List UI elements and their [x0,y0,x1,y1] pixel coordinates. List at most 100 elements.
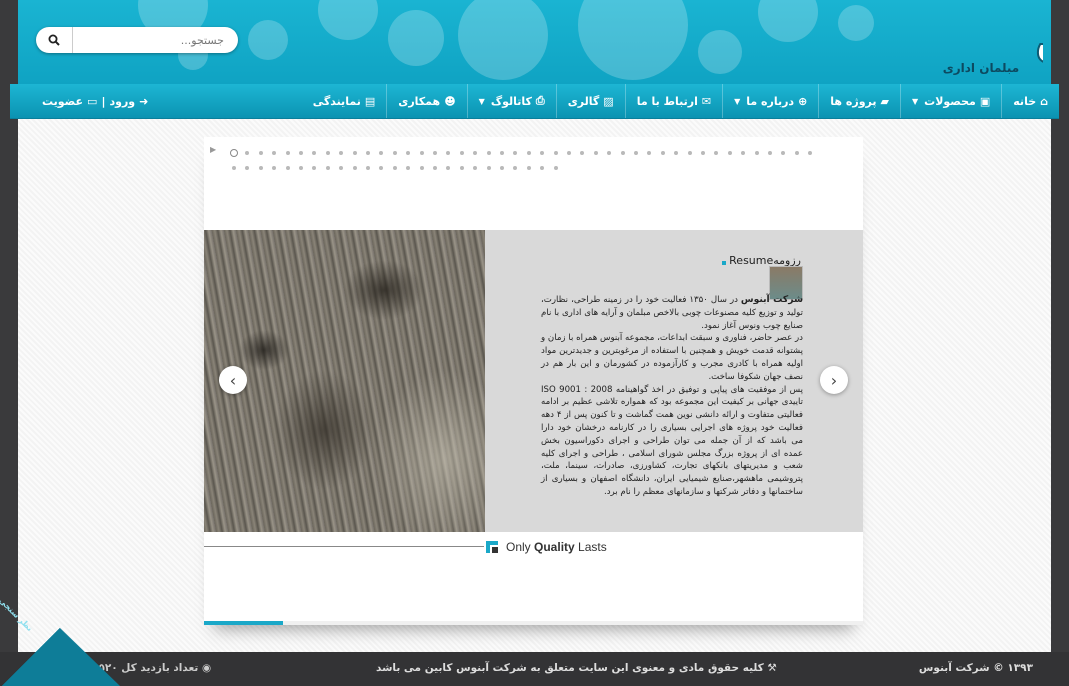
slider-dot[interactable] [392,151,397,155]
slider-dot[interactable] [486,166,491,170]
slider-dot[interactable] [526,151,531,155]
slider-pagination: ▶ [210,145,840,185]
slider-dot[interactable] [553,166,558,170]
slider-dot[interactable] [620,151,625,155]
users-icon: ☻ [444,94,456,108]
slider-dot[interactable] [258,166,263,170]
folder-open-icon: ▰ [880,94,889,108]
slider-dot[interactable] [687,151,692,155]
nav-item-agency[interactable]: ▤ نمایندگی [302,84,387,118]
nav-item-projects[interactable]: ▰ پروژه ها [818,84,900,118]
nav-account: ➜ ورود | ▭ عضویت [42,84,148,118]
slider-dot[interactable] [768,151,772,155]
slider-dot[interactable] [285,151,290,155]
slider-dot[interactable] [232,166,236,170]
slider-dot[interactable] [593,151,598,155]
slider-dot[interactable] [339,166,344,170]
slider-dot[interactable] [379,166,384,170]
slider-dot[interactable] [325,151,330,155]
slider-dot[interactable] [754,151,759,155]
slider-dot[interactable] [339,151,344,155]
slider-dot[interactable] [245,166,250,170]
search-button[interactable] [36,27,73,53]
slider-dot[interactable] [258,151,263,155]
slider-dot[interactable] [513,166,518,170]
slider-dot[interactable] [580,151,585,155]
slider-dot[interactable] [459,166,464,170]
slider-dot[interactable] [808,151,813,155]
slider-dot[interactable] [794,151,799,155]
slider-dot[interactable] [406,151,411,155]
nav-item-about[interactable]: ⊕ درباره ما ▼ [722,84,818,118]
nav-item-label: گالری [567,94,600,108]
slider-dot[interactable] [245,151,250,155]
slider-dot[interactable] [741,151,746,155]
slider-dot[interactable] [433,151,437,155]
slider-dot[interactable] [366,151,370,155]
nav-item-catalog[interactable]: ⎙ کاتالوگ ▼ [466,84,556,118]
site-footer: ۱۳۹۳ © شرکت آبنوس ⚒ کلیه حقوق مادی و معن… [0,652,1069,686]
slider-dot[interactable] [299,166,303,170]
nav-item-contact[interactable]: ✉ ارتباط با ما [624,84,722,118]
slider-dot[interactable] [272,166,277,170]
slider-dot[interactable] [781,151,786,155]
slider-dot[interactable] [352,166,357,170]
slider-dot-active[interactable] [230,149,238,157]
slider-dot[interactable] [446,166,451,170]
slider-dot[interactable] [526,166,531,170]
slider-dot[interactable] [540,151,545,155]
nav-item-cooperation[interactable]: ☻ همکاری [386,84,466,118]
search-input[interactable] [74,27,230,53]
slider-dot[interactable] [446,151,451,155]
footer-rights: ⚒ کلیه حقوق مادی و معنوی این سایت متعلق … [376,662,777,674]
slider-dot[interactable] [312,151,317,155]
slider-dot[interactable] [379,151,384,155]
sign-in-icon: ➜ [139,94,149,108]
slider-dot[interactable] [473,151,478,155]
decor-bubble [248,20,288,60]
site-logo[interactable]: آبنوس مبلمان اداری [853,2,1043,82]
slider-dot[interactable] [500,151,504,155]
decor-bubble [758,0,818,42]
slider-dot[interactable] [701,151,705,155]
slider-dot[interactable] [433,166,437,170]
slider-dot[interactable] [553,151,558,155]
slider-dot[interactable] [285,166,290,170]
slider-dot[interactable] [459,151,464,155]
slider-dot[interactable] [419,151,424,155]
slider-dot[interactable] [500,166,504,170]
slider-dot[interactable] [352,151,357,155]
slider-dot[interactable] [674,151,679,155]
slider-play-icon[interactable]: ▶ [210,145,216,154]
nav-item-gallery[interactable]: ▨ گالری [555,84,625,118]
slider-dot[interactable] [299,151,303,155]
slider-dot[interactable] [312,166,317,170]
nav-item-products[interactable]: ▣ محصولات ▼ [899,84,1001,118]
chevron-down-icon: ▼ [478,96,485,106]
slider-dot[interactable] [406,166,411,170]
slider-dot[interactable] [325,166,330,170]
slider-next-button[interactable]: › [820,366,848,394]
slider-dot[interactable] [513,151,518,155]
slider-dot[interactable] [634,151,638,155]
slider-dot[interactable] [567,151,571,155]
slider-dot[interactable] [272,151,277,155]
slider-dot[interactable] [660,151,665,155]
slider-dot[interactable] [607,151,612,155]
login-link[interactable]: ورود [109,95,135,108]
register-link[interactable]: عضویت [42,95,83,108]
slider-dot[interactable] [366,166,370,170]
slider-dot[interactable] [714,151,719,155]
main-navbar: ⌂ خانه ▣ محصولات ▼ ▰ پروژه ها ⊕ درباره م… [10,84,1059,119]
slider-dot[interactable] [419,166,424,170]
slider-dot[interactable] [727,151,732,155]
slider-dot[interactable] [486,151,491,155]
slider-prev-button[interactable]: ‹ [219,366,247,394]
decor-bubble [388,10,444,66]
slider-dot[interactable] [647,151,652,155]
nav-item-home[interactable]: ⌂ خانه [1001,84,1059,118]
slider-dot[interactable] [392,166,397,170]
nav-item-label: درباره ما [746,94,795,108]
slider-dot[interactable] [473,166,478,170]
slider-dot[interactable] [540,166,545,170]
